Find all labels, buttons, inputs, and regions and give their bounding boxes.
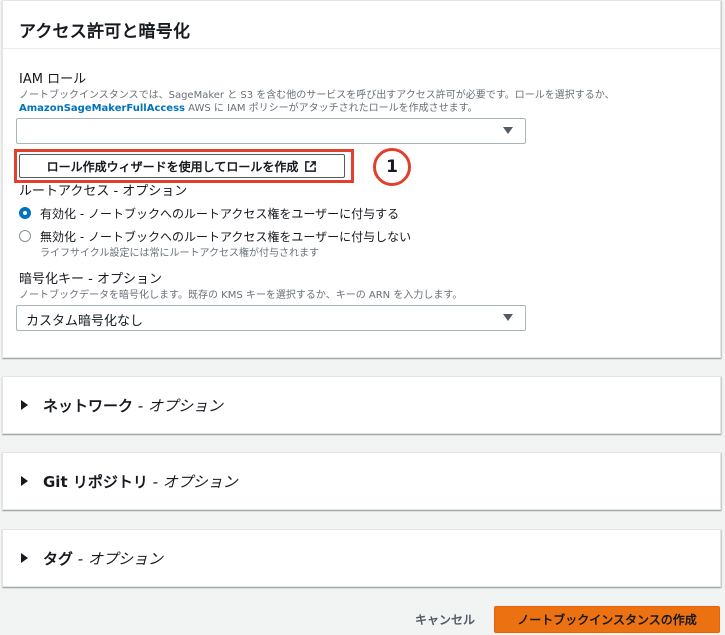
iam-role-description-rest: AWS に IAM ポリシーがアタッチされたロールを作成させます。 bbox=[185, 103, 478, 114]
tags-section-title: タグ - オプション bbox=[43, 550, 163, 568]
caret-down-icon bbox=[503, 127, 513, 134]
create-role-wizard-button[interactable]: ロール作成ウィザードを使用してロールを作成 bbox=[19, 154, 345, 178]
iam-role-select[interactable] bbox=[16, 118, 526, 144]
network-section-title: ネットワーク - オプション bbox=[43, 397, 223, 415]
encryption-key-select-value: カスタム暗号化なし bbox=[26, 314, 144, 329]
git-repository-section[interactable]: Git リポジトリ - オプション bbox=[2, 452, 721, 510]
callout-number-badge: 1 bbox=[373, 148, 411, 186]
full-access-policy-link[interactable]: AmazonSageMakerFullAccess bbox=[19, 103, 185, 114]
cancel-button[interactable]: キャンセル bbox=[404, 606, 486, 632]
expand-triangle-icon bbox=[21, 476, 28, 486]
external-link-icon bbox=[305, 160, 317, 172]
tags-section[interactable]: タグ - オプション bbox=[2, 529, 721, 587]
root-access-disable-note: ライフサイクル設定には常にルートアクセス権が付与されます bbox=[40, 248, 319, 259]
iam-role-description-line2: AmazonSageMakerFullAccess AWS に IAM ポリシー… bbox=[19, 99, 478, 114]
encryption-key-description: ノートブックデータを暗号化します。既存の KMS キーを選択するか、キーの AR… bbox=[19, 290, 463, 301]
encryption-key-label: 暗号化キー - オプション bbox=[19, 272, 162, 287]
root-access-disable-radio[interactable] bbox=[19, 230, 31, 242]
network-section[interactable]: ネットワーク - オプション bbox=[2, 376, 721, 434]
panel-title: アクセス許可と暗号化 bbox=[3, 1, 720, 49]
root-access-disable-label: 無効化 - ノートブックへのルートアクセス権をユーザーに付与しない bbox=[40, 230, 412, 244]
root-access-enable-label: 有効化 - ノートブックへのルートアクセス権をユーザーに付与する bbox=[40, 207, 400, 221]
root-access-enable-radio[interactable] bbox=[19, 207, 31, 219]
create-notebook-instance-button[interactable]: ノートブックインスタンスの作成 bbox=[494, 606, 720, 633]
git-repository-section-title: Git リポジトリ - オプション bbox=[43, 473, 238, 491]
iam-role-label: IAM ロール bbox=[19, 72, 87, 87]
expand-triangle-icon bbox=[21, 553, 28, 563]
create-role-wizard-label: ロール作成ウィザードを使用してロールを作成 bbox=[46, 159, 299, 174]
expand-triangle-icon bbox=[21, 400, 28, 410]
encryption-key-select[interactable]: カスタム暗号化なし bbox=[16, 305, 526, 331]
caret-down-icon bbox=[503, 314, 513, 321]
